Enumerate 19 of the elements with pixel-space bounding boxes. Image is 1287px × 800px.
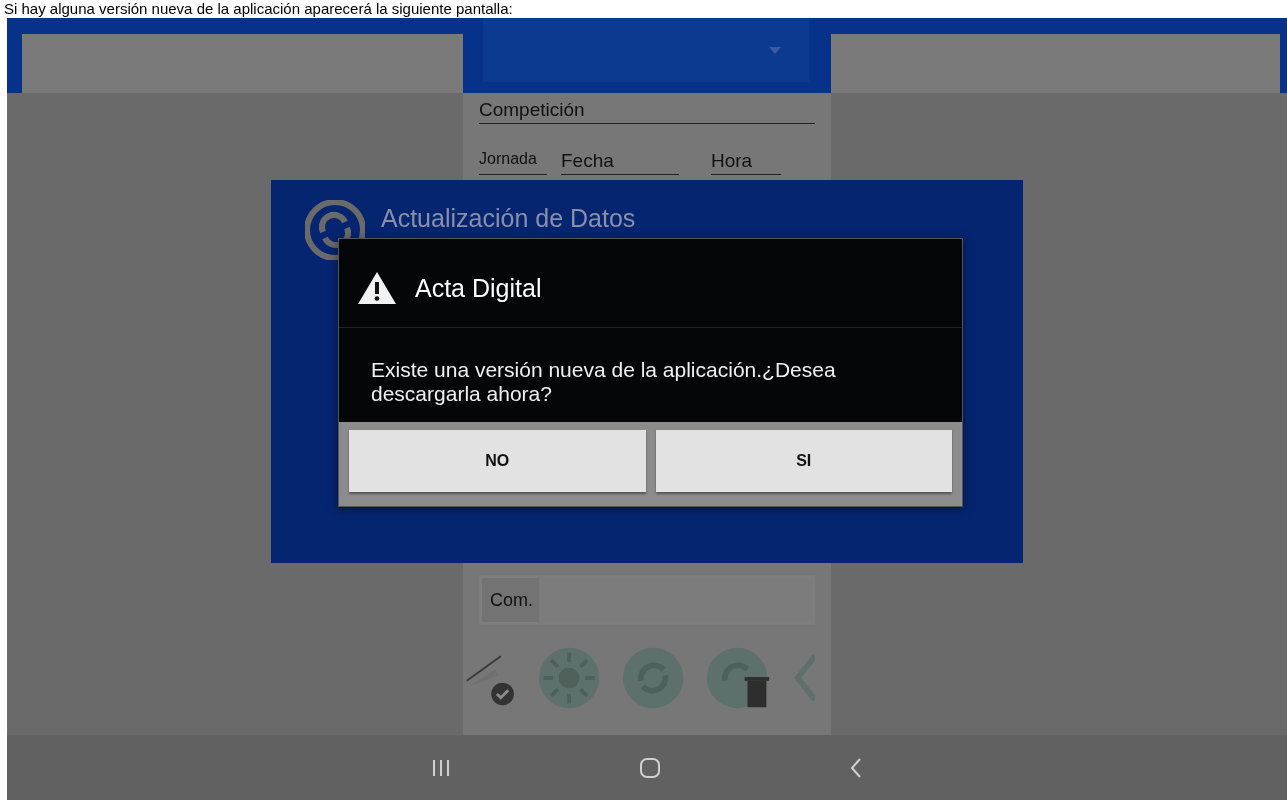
dialog-button[interactable]: NO [349,430,646,492]
caret-icon [769,46,781,54]
date-field[interactable]: Fecha [561,150,679,175]
dialog-button[interactable]: SI [655,430,952,492]
comments-label: Com. [482,578,539,622]
round-field[interactable]: Jornada [479,150,547,175]
warning-icon [357,271,397,305]
refresh-icon[interactable] [622,645,685,711]
competition-field[interactable]: Competición [479,99,815,124]
panel-title: Actualización de Datos [381,204,636,232]
refresh-icon [305,200,365,260]
dialog-title: Acta Digital [415,273,542,303]
comments-field[interactable]: Com. [479,575,815,625]
sun-icon[interactable] [537,645,601,711]
back-icon[interactable] [849,756,863,779]
time-field[interactable]: Hora [711,150,781,175]
caption-text: Si hay alguna versión nueva de la aplicación aparecerá la siguiente pantalla: [3,0,514,18]
recent-apps-icon[interactable] [431,758,451,777]
home-icon[interactable] [639,756,661,779]
